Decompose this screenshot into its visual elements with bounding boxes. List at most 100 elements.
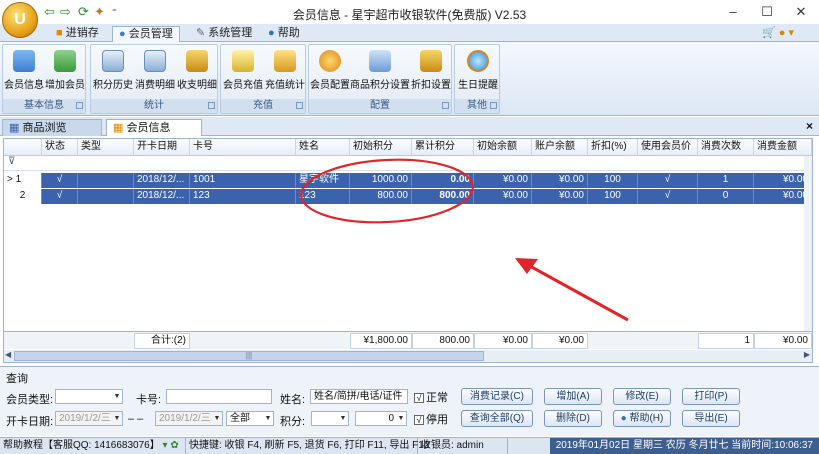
dialog-launcher-icon[interactable] [296,102,303,109]
cell-balance[interactable]: ¥0.00 [532,189,588,204]
dialog-launcher-icon[interactable] [76,102,83,109]
cell-discount[interactable]: 100 [588,189,638,204]
date-from-picker[interactable]: 2019/1/2/三 ▼ [55,411,123,426]
table-row[interactable]: 2 √ 2018/12/... 123 123 800.00 800.00 ¥0… [4,189,812,204]
disabled-checkbox[interactable]: √ 停用 [414,411,448,427]
modify-button[interactable]: 修改(E) [613,388,671,405]
cell-member-price[interactable]: √ [638,173,698,188]
help-tutorial-link[interactable]: 帮助教程【客服QQ: 1416683076】 ▾ ✿ [0,438,186,454]
member-grid[interactable]: 状态 类型 开卡日期 卡号 姓名 初始积分 累计积分 初始余额 账户余额 折扣(… [3,138,813,363]
col-name[interactable]: 姓名 [296,139,350,156]
col-init-balance[interactable]: 初始余额 [474,139,532,156]
tab-product-browse[interactable]: ▦ 商品浏览 [2,119,102,136]
col-status[interactable]: 状态 [42,139,78,156]
horizontal-scrollbar[interactable]: ◀ ||| ▶ [4,350,812,362]
table-row[interactable]: > 1 √ 2018/12/... 1001 星宇软件 1000.00 0.00… [4,173,812,188]
col-balance[interactable]: 账户余额 [532,139,588,156]
print-button[interactable]: 打印(P) [682,388,740,405]
points-operator-select[interactable]: ▼ [311,411,349,426]
member-type-select[interactable]: ▼ [55,389,123,404]
col-total-points[interactable]: 累计积分 [412,139,474,156]
name-label: 姓名: [280,394,306,406]
col-discount[interactable]: 折扣(%) [588,139,638,156]
normal-checkbox[interactable]: √ 正常 [414,389,448,405]
shortcut-hint: 快捷键: 收银 F4, 刷新 F5, 退货 F6, 打印 F11, 导出 F12 [186,438,429,454]
help-button[interactable]: ● 帮助(H) [613,410,671,427]
row-indicator[interactable]: > 1 [4,173,42,188]
tab-member-info[interactable]: ▦ 会员信息 [106,119,202,136]
consume-records-button[interactable]: 消费记录(C) [461,388,533,405]
name-search-input[interactable]: 姓名/简拼/电话/证件 [310,389,408,404]
cell-consume-count[interactable]: 1 [698,173,754,188]
consumption-detail-button[interactable]: 消费明细 [134,48,176,98]
cell-card-no[interactable]: 1001 [190,173,296,188]
cell-total-points[interactable]: 800.00 [412,189,474,204]
filter-icon[interactable]: ⊽ [8,156,15,167]
cell-init-balance[interactable]: ¥0.00 [474,173,532,188]
member-config-button[interactable]: 会员配置 [310,48,350,98]
points-value-spinner[interactable]: 0 ▼ [355,411,407,426]
cell-init-points[interactable]: 800.00 [350,189,412,204]
col-consume-amount[interactable]: 消费金额 [754,139,812,156]
cell-discount[interactable]: 100 [588,173,638,188]
tab-member-management[interactable]: ● 会员管理 [112,26,180,42]
recharge-stats-button[interactable]: 充值统计 [264,48,306,98]
query-all-button[interactable]: 查询全部(Q) [461,410,533,427]
scroll-left-icon[interactable]: ◀ [5,350,11,359]
date-to-picker[interactable]: 2019/1/2/三 ▼ [155,411,223,426]
date-range-select[interactable]: 全部 ▼ [226,411,274,426]
col-member-price[interactable]: 使用会员价 [638,139,698,156]
col-consume-count[interactable]: 消费次数 [698,139,754,156]
tab-system-management[interactable]: ✎ 系统管理 [190,26,258,42]
income-expense-button[interactable]: 收支明细 [176,48,218,98]
member-info-button[interactable]: 会员信息 [4,48,44,98]
minimize-button[interactable]: – [718,4,748,19]
export-button[interactable]: 导出(E) [682,410,740,427]
delete-button[interactable]: 删除(D) [544,410,602,427]
scroll-right-icon[interactable]: ▶ [804,350,810,359]
dialog-launcher-icon[interactable] [442,102,449,109]
tab-inventory[interactable]: ■ 进销存 [50,26,105,42]
points-history-button[interactable]: 积分历史 [92,48,134,98]
dialog-launcher-icon[interactable] [490,102,497,109]
cell-card-no[interactable]: 123 [190,189,296,204]
cell-balance[interactable]: ¥0.00 [532,173,588,188]
cell-name[interactable]: 123 [296,189,350,204]
col-card-no[interactable]: 卡号 [190,139,296,156]
cell-init-points[interactable]: 1000.00 [350,173,412,188]
cell-member-price[interactable]: √ [638,189,698,204]
ribbon-options-icon[interactable]: 🛒 ● ▾ [762,26,794,39]
cell-open-date[interactable]: 2018/12/... [134,189,190,204]
cell-open-date[interactable]: 2018/12/... [134,173,190,188]
add-member-button[interactable]: 增加会员 [44,48,86,98]
col-open-date[interactable]: 开卡日期 [134,139,190,156]
close-button[interactable]: ✕ [786,4,816,20]
row-indicator[interactable]: 2 [4,189,42,204]
col-type[interactable]: 类型 [78,139,134,156]
dialog-launcher-icon[interactable] [208,102,215,109]
product-points-button[interactable]: 商品积分设置 [350,48,410,98]
cell-name[interactable]: 星宇软件 [296,173,350,188]
scrollbar-thumb[interactable]: ||| [14,351,484,361]
app-orb-icon[interactable]: U [2,2,38,38]
discount-settings-button[interactable]: 折扣设置 [410,48,452,98]
summary-init-balance: ¥0.00 [474,333,532,349]
filter-row[interactable]: ⊽ [4,156,812,171]
cell-type[interactable] [78,173,134,188]
cell-init-balance[interactable]: ¥0.00 [474,189,532,204]
cell-total-points[interactable]: 0.00 [412,173,474,188]
member-recharge-button[interactable]: 会员充值 [222,48,264,98]
card-input[interactable] [166,389,272,404]
cell-consume-count[interactable]: 0 [698,189,754,204]
cell-type[interactable] [78,189,134,204]
tab-help[interactable]: ● 帮助 [262,26,306,42]
maximize-button[interactable]: ☐ [752,4,782,20]
col-init-points[interactable]: 初始积分 [350,139,412,156]
button-label: 会员充值 [223,80,263,91]
cell-status[interactable]: √ [42,173,78,188]
add-button[interactable]: 增加(A) [544,388,602,405]
close-tab-icon[interactable]: × [806,119,813,133]
cell-status[interactable]: √ [42,189,78,204]
vertical-scrollbar[interactable] [804,156,812,331]
birthday-reminder-button[interactable]: 生日提醒 [456,48,500,98]
